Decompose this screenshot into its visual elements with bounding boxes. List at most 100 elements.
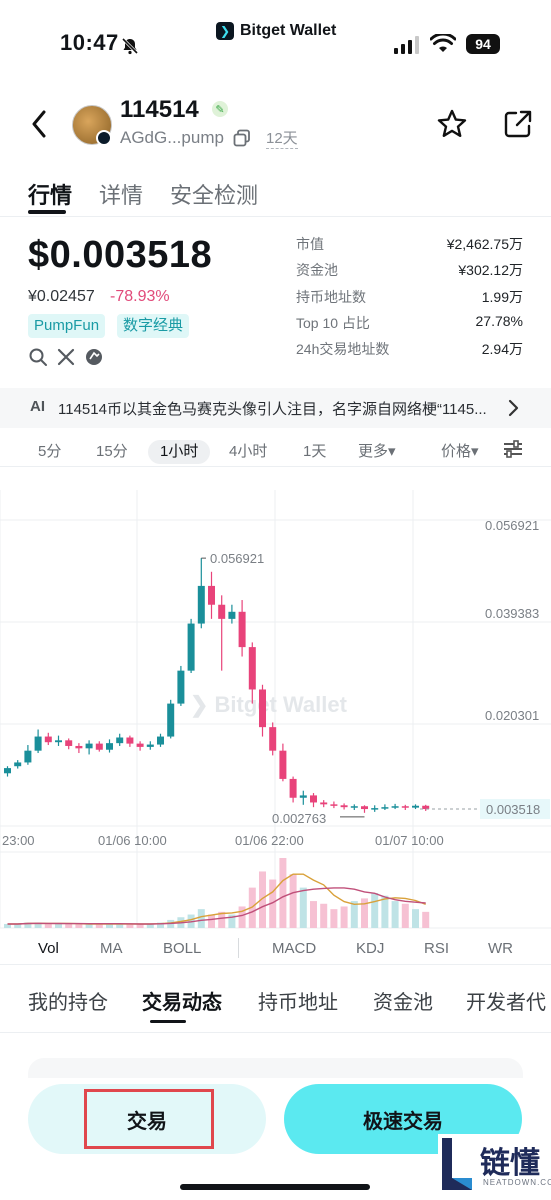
volume-bar: [208, 914, 215, 928]
price-type-select[interactable]: 价格▾: [441, 440, 479, 464]
chart-watermark: ❯ Bitget Wallet: [190, 692, 348, 718]
bell-slash-icon: [121, 37, 139, 55]
candle-body: [238, 611, 246, 648]
interval-1h[interactable]: 1小时: [148, 440, 211, 464]
interval-15m[interactable]: 15分: [96, 440, 128, 464]
volume-bar: [422, 911, 430, 928]
candle-body: [136, 743, 144, 747]
candle-body: [310, 795, 317, 803]
indicator-ma[interactable]: MA: [100, 940, 123, 957]
candle-body: [85, 743, 93, 749]
chart-settings-icon[interactable]: [502, 438, 524, 460]
interval-4h[interactable]: 4小时: [229, 440, 267, 464]
y-tick-label: 0.056921: [485, 518, 539, 533]
candle-body: [24, 750, 32, 763]
tab-security[interactable]: 安全检测: [170, 178, 258, 210]
price-change: -78.93%: [110, 288, 170, 305]
candle-body: [14, 762, 22, 767]
favorite-star-icon[interactable]: [436, 108, 468, 140]
website-globe-icon[interactable]: [84, 347, 104, 367]
candle-body: [157, 736, 164, 745]
volume-bar: [65, 923, 73, 928]
watermark-text: 链懂: [480, 1147, 540, 1180]
indicator-rsi[interactable]: RSI: [424, 940, 449, 957]
candle-body: [401, 806, 409, 808]
battery-indicator: 94: [466, 34, 500, 54]
indicator-boll[interactable]: BOLL: [163, 940, 201, 957]
volume-bar: [55, 923, 62, 928]
interval-more[interactable]: 更多▾: [358, 440, 396, 464]
volume-bar: [197, 909, 205, 928]
indicator-vol[interactable]: Vol: [38, 940, 59, 957]
candle-body: [75, 745, 83, 749]
tab-underline: [28, 210, 66, 214]
stat-value: 1.99万: [481, 289, 523, 305]
copy-icon[interactable]: [233, 129, 251, 147]
neatdown-logo-icon: [438, 1134, 476, 1194]
indicator-wr[interactable]: WR: [488, 940, 513, 957]
section-tab-developer[interactable]: 开发者代: [466, 986, 546, 1015]
indicator-macd[interactable]: MACD: [272, 940, 316, 957]
indicator-kdj[interactable]: KDJ: [356, 940, 384, 957]
indicator-divider: [238, 938, 239, 958]
candle-body: [65, 740, 73, 746]
x-tick-label: 01/06 10:00: [98, 833, 167, 848]
status-brand-text: Bitget Wallet: [240, 22, 337, 39]
candle-body: [228, 611, 236, 619]
divider: [0, 964, 551, 965]
section-tab-activity[interactable]: 交易动态: [142, 986, 222, 1015]
section-underline: [150, 1020, 186, 1023]
share-icon[interactable]: [502, 108, 534, 140]
token-address: AGdG...pump: [120, 128, 224, 147]
candle-body: [289, 778, 297, 798]
price-usd: $0.003518: [28, 234, 213, 276]
pill-icon: ✎: [212, 101, 228, 117]
ai-summary-text: 114514币以其金色马赛克头像引人注目，名字源自网络梗“1145...: [58, 401, 487, 418]
volume-bar: [310, 901, 317, 928]
candle-body: [371, 808, 379, 810]
interval-1d[interactable]: 1天: [303, 440, 326, 464]
candle-body: [167, 703, 175, 737]
tab-market[interactable]: 行情: [28, 178, 72, 210]
high-price-label: 0.056921: [210, 551, 264, 566]
chevron-right-icon[interactable]: [506, 398, 520, 418]
tag-pumpfun[interactable]: PumpFun: [28, 314, 106, 338]
stat-label: Top 10 占比: [296, 315, 370, 331]
token-name: 114514: [120, 96, 199, 123]
highlight-box: [84, 1089, 214, 1149]
candle-body: [55, 740, 62, 743]
candle-body: [126, 737, 134, 744]
section-tab-holdings[interactable]: 我的持仓: [28, 986, 108, 1015]
candle-body: [208, 585, 215, 605]
candle-body: [44, 736, 52, 743]
chain-badge-icon: [96, 130, 112, 146]
candle-body: [95, 743, 103, 750]
status-brand: ❯ Bitget Wallet: [216, 22, 336, 40]
x-tick-label: 23:00: [2, 833, 35, 848]
volume-bar: [371, 893, 379, 928]
candle-body: [34, 736, 42, 751]
low-price-label: 0.002763: [272, 811, 326, 826]
y-tick-label: 0.020301: [485, 708, 539, 723]
interval-5m[interactable]: 5分: [38, 440, 61, 464]
stat-value: 2.94万: [481, 341, 523, 357]
tag-category[interactable]: 数字经典: [117, 314, 190, 338]
candle-body: [248, 647, 256, 690]
x-twitter-icon[interactable]: [56, 347, 76, 367]
candle-body: [177, 670, 185, 704]
stat-value: 27.78%: [475, 313, 523, 329]
tab-details[interactable]: 详情: [99, 178, 143, 210]
x-tick-label: 01/07 10:00: [375, 833, 444, 848]
back-arrow-icon[interactable]: [28, 108, 50, 140]
candle-body: [259, 689, 266, 728]
section-tab-pool[interactable]: 资金池: [373, 986, 433, 1015]
home-indicator: [180, 1184, 370, 1190]
volume-bar: [75, 923, 83, 928]
section-tab-holders[interactable]: 持币地址: [258, 986, 338, 1015]
candlestick-chart[interactable]: ❯ Bitget Wallet 0.056921 0.039383 0.020301 0…: [0, 490, 551, 930]
cellular-signal-icon: [394, 36, 419, 54]
x-tick-label: 01/06 22:00: [235, 833, 304, 848]
search-icon[interactable]: [28, 347, 48, 367]
divider: [0, 1032, 551, 1033]
volume-bar: [340, 906, 348, 928]
